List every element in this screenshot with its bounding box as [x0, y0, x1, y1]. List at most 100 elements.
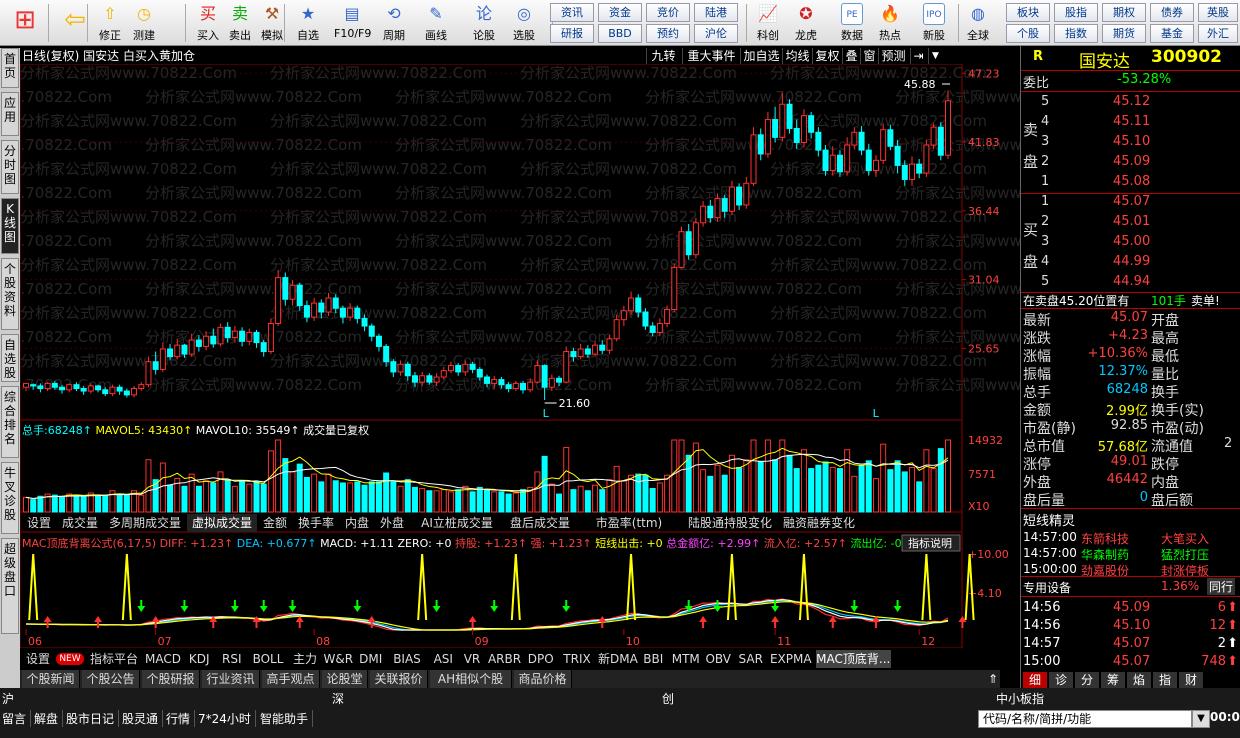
toolbar-small-button[interactable]: BBD — [598, 24, 642, 43]
画线-toolbar-button[interactable]: ✎ 画线 — [418, 2, 454, 44]
toolbar-small-button[interactable]: 研报 — [550, 24, 594, 43]
left-tab[interactable]: 超级盘口 — [1, 538, 19, 634]
news-tab[interactable]: 关联报价 — [370, 670, 428, 688]
news-tab[interactable]: 个股公告 — [82, 670, 140, 688]
ask-price[interactable]: 45.12 — [1113, 94, 1150, 109]
chart-toolbar-button[interactable]: 窗 — [860, 48, 878, 64]
status-item[interactable]: 7*24小时 — [198, 710, 256, 727]
indicator-tab[interactable]: MAC顶底背... — [815, 650, 891, 668]
自选-toolbar-button[interactable]: ★ 自选 — [290, 2, 326, 44]
买入-toolbar-button[interactable]: 买买入 — [190, 2, 226, 44]
news-tab[interactable]: 论股堂 — [322, 670, 368, 688]
volume-tab[interactable]: 市盈率(ttm) — [576, 514, 682, 532]
toolbar-small-button[interactable]: 个股 — [1006, 24, 1050, 43]
卖出-toolbar-button[interactable]: 卖卖出 — [222, 2, 258, 44]
volume-tab[interactable]: AI立桩成交量 — [410, 514, 504, 532]
indicator-tab[interactable]: MTM — [671, 650, 702, 668]
indicator-tab[interactable]: DPO — [526, 650, 557, 668]
news-tab[interactable]: 行业资讯 — [202, 670, 260, 688]
toolbar-small-button[interactable]: 债券 — [1150, 3, 1194, 22]
status-item[interactable]: 解盘 — [34, 710, 64, 727]
status-item[interactable]: 留言 — [2, 710, 32, 727]
news-tab[interactable]: AH相似个股 — [430, 670, 512, 688]
indicator-tab[interactable]: 新DMA — [598, 650, 638, 668]
toolbar-small-button[interactable]: 资讯 — [550, 3, 594, 22]
volume-tab[interactable]: 内盘 — [340, 514, 374, 532]
news-tab[interactable]: 商品价格 — [514, 670, 572, 688]
quote-tab[interactable]: 指 — [1153, 672, 1177, 688]
chart-toolbar-button[interactable]: 预测 — [878, 48, 908, 64]
volume-tab[interactable]: 成交量 — [57, 514, 103, 532]
collapse-up-icon[interactable]: ⇑ — [986, 670, 1000, 688]
indicator-tab[interactable]: ARBR — [486, 650, 524, 668]
chart-toolbar-button[interactable]: 九转 — [646, 48, 680, 64]
volume-tab[interactable]: 金额 — [258, 514, 292, 532]
选股-toolbar-button[interactable]: ◎ 选股 — [506, 2, 542, 44]
quote-tab[interactable]: 分 — [1075, 672, 1099, 688]
quote-tab[interactable]: 筹 — [1101, 672, 1125, 688]
indicator-tab[interactable]: KDJ — [184, 650, 215, 668]
数据-toolbar-button[interactable]: PE 数据 — [832, 2, 872, 44]
toolbar-small-button[interactable]: 股指 — [1054, 3, 1098, 22]
volume-tab[interactable]: 外盘 — [375, 514, 409, 532]
short-stock[interactable]: 东箭科技 — [1081, 530, 1129, 547]
修正-toolbar-button[interactable]: ⇧ 修正 — [92, 2, 128, 44]
status-item[interactable]: 智能助手 — [260, 710, 314, 727]
indicator-tab[interactable]: BIAS — [388, 650, 426, 668]
toolbar-small-button[interactable]: 陆港 — [694, 3, 738, 22]
toolbar-small-button[interactable]: 资金 — [598, 3, 642, 22]
indicator-tab[interactable]: 设置 — [22, 650, 54, 668]
peer-button[interactable]: 同行 — [1207, 578, 1236, 595]
volume-tab[interactable]: 陆股通持股变化 — [683, 514, 777, 532]
kline-chart-area[interactable]: 分析家公式网www.70822.Com 分析家公式网www.70822.Com 分析… — [0, 63, 1112, 649]
volume-tab[interactable]: 融资融券变化 — [778, 514, 860, 532]
bid-price[interactable]: 45.00 — [1113, 234, 1150, 249]
toolbar-small-button[interactable]: 沪伦 — [694, 24, 738, 43]
toolbar-small-button[interactable]: 英股 — [1198, 3, 1238, 22]
volume-tab[interactable]: 虚拟成交量 — [187, 514, 257, 532]
toolbar-small-button[interactable]: 期货 — [1102, 24, 1146, 43]
left-tab[interactable]: 自选股 — [1, 334, 19, 382]
科创-toolbar-button[interactable]: 📈 科创 — [748, 2, 788, 44]
indicator-tab[interactable]: OBV — [703, 650, 734, 668]
status-item[interactable]: 行情 — [166, 710, 196, 727]
indicator-tab[interactable]: RSI — [217, 650, 248, 668]
toolbar-small-button[interactable]: 预约 — [646, 24, 690, 43]
chevron-down-icon[interactable]: ▼ — [928, 48, 942, 64]
论股-toolbar-button[interactable]: 论论股 — [466, 2, 502, 44]
ask-price[interactable]: 45.11 — [1113, 114, 1150, 129]
bid-price[interactable]: 44.99 — [1113, 254, 1150, 269]
short-stock[interactable]: 华森制药 — [1081, 546, 1129, 563]
龙虎-toolbar-button[interactable]: ✪ 龙虎 — [786, 2, 826, 44]
search-input[interactable]: 代码/名称/简拼/功能 — [978, 710, 1192, 728]
toolbar-small-button[interactable]: 期权 — [1102, 3, 1146, 22]
quote-tab[interactable]: 诊 — [1049, 672, 1073, 688]
quote-tab[interactable]: 焰 — [1127, 672, 1151, 688]
ask-price[interactable]: 45.08 — [1113, 174, 1150, 189]
indicator-tab[interactable]: BOLL — [249, 650, 287, 668]
toolbar-small-button[interactable]: 指数 — [1054, 24, 1098, 43]
indicator-tab[interactable]: 指标平台 — [86, 650, 142, 668]
toolbar-small-button[interactable]: 外汇 — [1198, 24, 1238, 43]
bid-price[interactable]: 45.01 — [1113, 214, 1150, 229]
news-tab[interactable]: 个股研报 — [142, 670, 200, 688]
volume-tab[interactable]: 多周期成交量 — [104, 514, 186, 532]
chart-toolbar-button[interactable]: 加自选 — [740, 48, 782, 64]
indicator-tab[interactable]: DMI — [356, 650, 387, 668]
toolbar-small-button[interactable]: 竞价 — [646, 3, 690, 22]
kline-chart-svg[interactable]: 分析家公式网www.70822.Com 分析家公式网www.70822.Com 分析… — [0, 63, 1112, 649]
volume-tab[interactable]: 换手率 — [293, 514, 339, 532]
indicator-tab[interactable]: BBI — [638, 650, 669, 668]
market-index-label[interactable]: 中小板指 — [996, 690, 1044, 707]
toolbar-small-button[interactable]: 板块 — [1006, 3, 1050, 22]
left-tab[interactable]: 牛叉诊股 — [1, 462, 19, 534]
toolbar-small-button[interactable]: 基金 — [1150, 24, 1194, 43]
quote-tab[interactable]: 细 — [1023, 672, 1047, 688]
bid-price[interactable]: 44.94 — [1113, 274, 1150, 289]
indicator-tab[interactable]: W&R — [323, 650, 354, 668]
chart-toolbar-button[interactable]: 叠 — [842, 48, 860, 64]
news-tab[interactable]: 高手观点 — [262, 670, 320, 688]
market-index-label[interactable]: 创 — [662, 690, 674, 707]
market-index-label[interactable]: 深 — [332, 690, 344, 707]
ask-price[interactable]: 45.10 — [1113, 134, 1150, 149]
